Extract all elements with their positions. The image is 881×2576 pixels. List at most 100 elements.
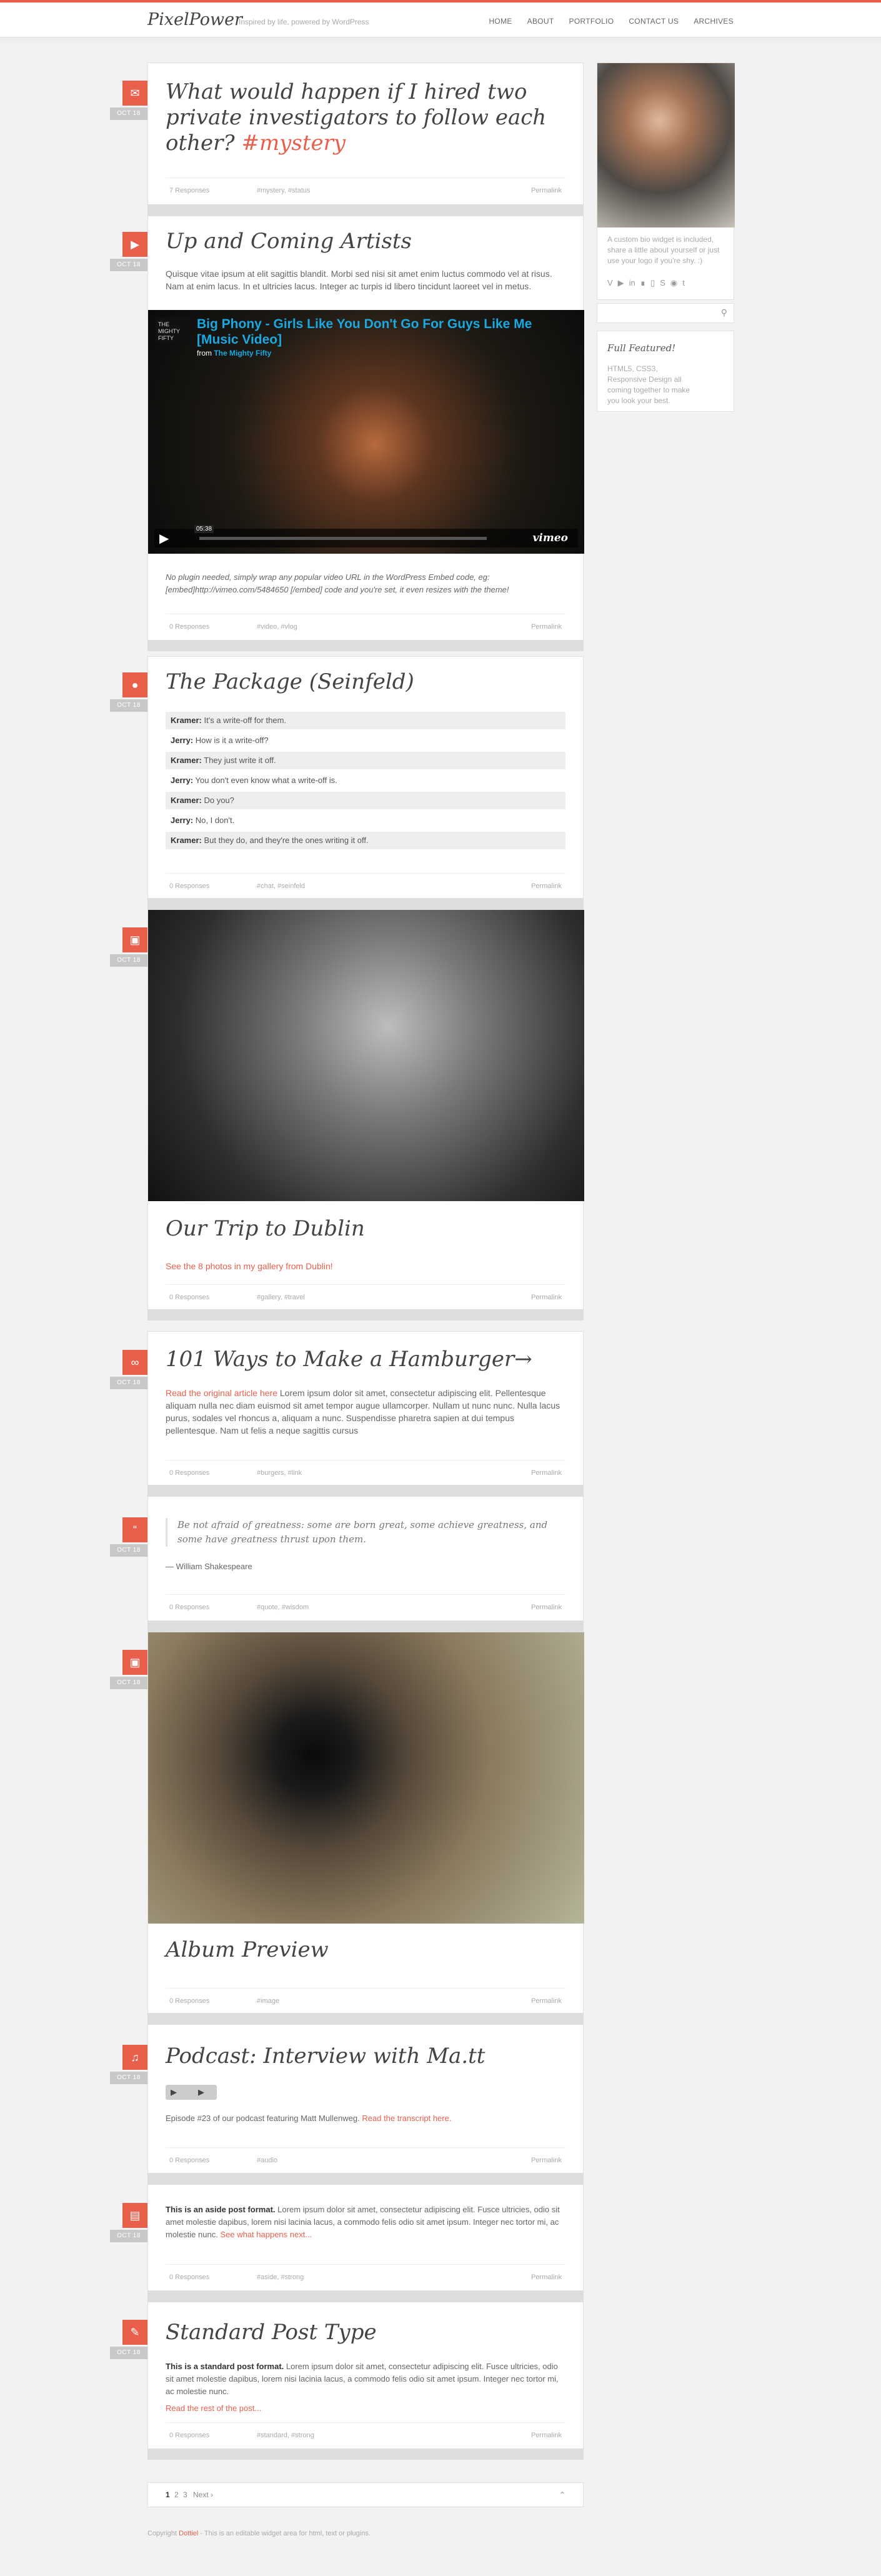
nav-portfolio[interactable]: PORTFOLIO <box>569 17 614 26</box>
post-title[interactable]: Up and Coming Artists <box>166 229 565 254</box>
video-progress[interactable] <box>199 537 487 540</box>
post-title[interactable]: The Package (Seinfeld) <box>166 669 565 695</box>
aside-icon[interactable]: ▤ <box>122 2203 147 2228</box>
quote-icon[interactable]: “ <box>122 1517 147 1542</box>
page-2[interactable]: 2 <box>174 2490 179 2499</box>
permalink[interactable]: Permalink <box>531 2432 562 2439</box>
rss-icon[interactable]: ∎ <box>640 278 645 288</box>
continue-link[interactable]: See what happens next... <box>220 2230 312 2239</box>
post-title[interactable]: Podcast: Interview with Ma.tt <box>166 2044 565 2069</box>
original-article-link[interactable]: Read the original article here <box>166 1388 277 1398</box>
post-tags[interactable]: #image <box>257 1997 279 2005</box>
gallery-link[interactable]: See the 8 photos in my gallery from Dubl… <box>166 1260 565 1272</box>
next-icon[interactable]: ▶ <box>198 2087 204 2097</box>
pagination: 1 2 3 Next › ⌃ <box>147 2482 584 2507</box>
responses-link[interactable]: 0 Responses <box>169 2432 209 2439</box>
nav-home[interactable]: HOME <box>489 17 512 26</box>
post-divider <box>147 2173 584 2184</box>
post-divider <box>147 2013 584 2024</box>
permalink[interactable]: Permalink <box>531 2157 562 2164</box>
permalink[interactable]: Permalink <box>531 1604 562 1611</box>
video-embed[interactable]: THE MIGHTY FIFTY Big Phony - Girls Like … <box>148 310 584 554</box>
permalink[interactable]: Permalink <box>531 623 562 631</box>
post-title[interactable]: Standard Post Type <box>166 2320 565 2345</box>
post-tags[interactable]: #mystery, #status <box>257 187 310 194</box>
post-tags[interactable]: #gallery, #travel <box>257 1294 305 1301</box>
back-to-top-icon[interactable]: ⌃ <box>559 2490 565 2499</box>
post-divider <box>147 1309 584 1320</box>
post-title[interactable]: Album Preview <box>166 1937 565 1963</box>
video-title[interactable]: Big Phony - Girls Like You Don't Go For … <box>197 316 534 347</box>
link-icon[interactable]: ∞ <box>122 1350 147 1375</box>
mobile-icon[interactable]: ▯ <box>650 278 655 288</box>
post-tags[interactable]: #standard, #strong <box>257 2432 314 2439</box>
permalink[interactable]: Permalink <box>531 1469 562 1477</box>
megaphone-icon[interactable]: ✉ <box>122 81 147 106</box>
post-aside: This is an aside post format. Lorem ipsu… <box>147 2184 584 2302</box>
chat-line: Jerry: How is it a write-off? <box>171 736 269 745</box>
permalink[interactable]: Permalink <box>531 2274 562 2281</box>
image-icon[interactable]: ▣ <box>122 927 147 952</box>
post-meta: 0 Responses #aside, #strong Permalink <box>166 2264 565 2285</box>
responses-link[interactable]: 0 Responses <box>169 2274 209 2281</box>
post-date: OCT 18 <box>110 107 147 120</box>
post-tags[interactable]: #burgers, #link <box>257 1469 302 1477</box>
search-icon[interactable]: ⚲ <box>721 307 727 318</box>
header-shadow <box>0 37 881 42</box>
video-icon[interactable]: ▶ <box>122 232 147 257</box>
responses-link[interactable]: 0 Responses <box>169 1604 209 1611</box>
responses-link[interactable]: 0 Responses <box>169 2157 209 2164</box>
album-photo[interactable] <box>148 1632 584 1924</box>
nav-contact[interactable]: CONTACT US <box>629 17 679 26</box>
post-title[interactable]: Our Trip to Dublin <box>166 1216 565 1242</box>
responses-link[interactable]: 0 Responses <box>169 623 209 631</box>
vimeo-icon[interactable]: V <box>607 278 613 288</box>
gallery-photo[interactable] <box>148 910 584 1201</box>
post-title[interactable]: What would happen if I hired two private… <box>166 79 565 156</box>
chat-icon[interactable]: ● <box>122 672 147 697</box>
nav-about[interactable]: ABOUT <box>527 17 554 26</box>
responses-link[interactable]: 0 Responses <box>169 1997 209 2005</box>
post-divider <box>147 204 584 216</box>
page-3[interactable]: 3 <box>183 2490 187 2499</box>
nav-archives[interactable]: ARCHIVES <box>694 17 734 26</box>
site-logo[interactable]: PixelPower <box>147 10 242 29</box>
dribbble-icon[interactable]: ◉ <box>670 278 677 288</box>
responses-link[interactable]: 0 Responses <box>169 882 209 890</box>
responses-link[interactable]: 0 Responses <box>169 1294 209 1301</box>
post-tags[interactable]: #audio <box>257 2157 277 2164</box>
audio-player[interactable]: ▶ ▶ <box>166 2085 217 2100</box>
pencil-icon[interactable]: ✎ <box>122 2320 147 2345</box>
post-tags[interactable]: #aside, #strong <box>257 2274 304 2281</box>
permalink[interactable]: Permalink <box>531 187 562 194</box>
post-hashtag[interactable]: #mystery <box>241 131 346 156</box>
transcript-link[interactable]: Read the transcript here. <box>362 2114 451 2123</box>
post-meta: 0 Responses #burgers, #link Permalink <box>166 1460 565 1481</box>
youtube-icon[interactable]: ▶ <box>618 278 624 288</box>
play-icon[interactable]: ▶ <box>159 531 169 546</box>
play-icon[interactable]: ▶ <box>171 2087 177 2097</box>
page-1[interactable]: 1 <box>166 2490 170 2499</box>
next-page-link[interactable]: Next › <box>193 2490 213 2499</box>
skype-icon[interactable]: S <box>660 278 665 288</box>
twitter-icon[interactable]: t <box>682 278 685 288</box>
chat-line: Jerry: You don't even know what a write-… <box>171 776 337 785</box>
image-icon[interactable]: ▣ <box>122 1650 147 1675</box>
audio-icon[interactable]: ♫ <box>122 2045 147 2070</box>
post-audio: Podcast: Interview with Ma.tt ▶ ▶ Episod… <box>147 2024 584 2184</box>
permalink[interactable]: Permalink <box>531 1997 562 2005</box>
post-tags[interactable]: #quote, #wisdom <box>257 1604 309 1611</box>
post-tags[interactable]: #video, #vlog <box>257 623 297 631</box>
search-input[interactable] <box>602 306 715 321</box>
responses-link[interactable]: 7 Responses <box>169 187 209 194</box>
permalink[interactable]: Permalink <box>531 1294 562 1301</box>
responses-link[interactable]: 0 Responses <box>169 1469 209 1477</box>
vimeo-logo[interactable]: vimeo <box>533 532 568 544</box>
post-title[interactable]: 101 Ways to Make a Hamburger→ <box>166 1347 565 1372</box>
post-gallery: Our Trip to Dublin See the 8 photos in m… <box>147 909 584 1320</box>
read-more-link[interactable]: Read the rest of the post... <box>166 2402 565 2415</box>
linkedin-icon[interactable]: in <box>629 278 635 288</box>
post-tags[interactable]: #chat, #seinfeld <box>257 882 305 890</box>
footer-brand-link[interactable]: Dottiel <box>179 2530 198 2537</box>
permalink[interactable]: Permalink <box>531 882 562 890</box>
